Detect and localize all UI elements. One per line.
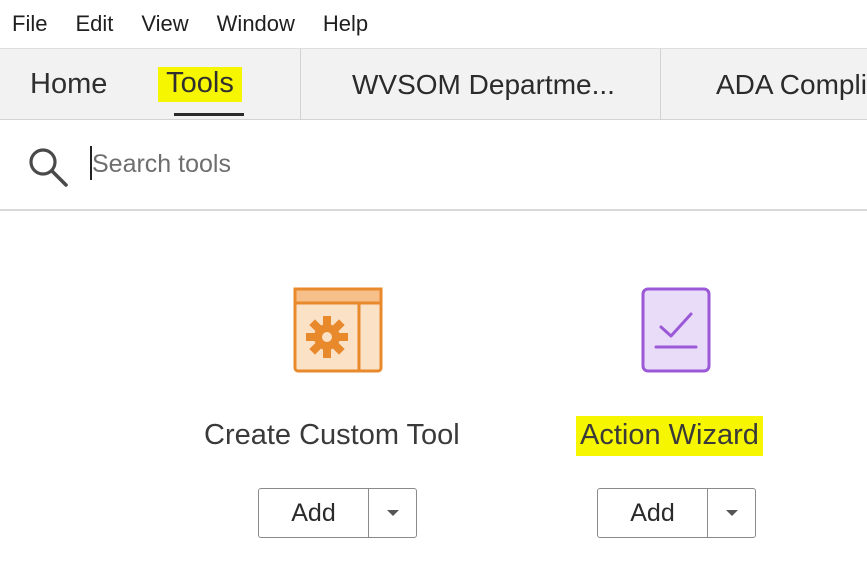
action-wizard-checklist-icon[interactable] <box>641 287 711 373</box>
menu-help[interactable]: Help <box>323 0 368 48</box>
tool-card-create-custom-tool: Create Custom Tool Add <box>190 212 490 567</box>
add-split-button: Add <box>258 488 417 538</box>
tab-document-ada[interactable]: ADA Compli <box>716 49 867 120</box>
custom-tool-gear-icon[interactable] <box>293 287 383 373</box>
menu-view[interactable]: View <box>141 0 188 48</box>
tool-name-highlighted: Action Wizard <box>576 416 763 456</box>
menu-window[interactable]: Window <box>217 0 295 48</box>
tab-tools-label: Tools <box>158 67 242 102</box>
add-dropdown-button[interactable] <box>369 489 416 537</box>
tab-divider <box>300 49 301 120</box>
chevron-down-icon <box>725 510 738 516</box>
tab-bar: Home Tools WVSOM Departme... ADA Compli <box>0 48 867 120</box>
tab-document-wvsom[interactable]: WVSOM Departme... <box>352 49 615 120</box>
tools-grid: Create Custom Tool Add Action Wizard Add <box>0 212 867 567</box>
add-button[interactable]: Add <box>598 489 708 537</box>
search-icon[interactable] <box>26 145 70 189</box>
document-tab-label: ADA Compli <box>716 68 867 100</box>
tab-home[interactable]: Home <box>30 49 107 120</box>
add-dropdown-button[interactable] <box>708 489 755 537</box>
tool-name[interactable]: Action Wizard <box>576 416 763 456</box>
add-split-button: Add <box>597 488 756 538</box>
tab-divider <box>660 49 661 120</box>
add-button[interactable]: Add <box>259 489 369 537</box>
search-tools-input[interactable] <box>92 139 592 189</box>
tool-name[interactable]: Create Custom Tool <box>204 417 460 453</box>
chevron-down-icon <box>386 510 399 516</box>
menu-edit[interactable]: Edit <box>75 0 113 48</box>
search-row <box>0 121 867 211</box>
document-tab-label: WVSOM Departme... <box>352 68 615 100</box>
menu-file[interactable]: File <box>12 0 47 48</box>
active-tab-indicator <box>174 113 244 116</box>
tab-tools[interactable]: Tools <box>142 49 258 120</box>
tab-home-label: Home <box>30 68 108 100</box>
tool-card-action-wizard: Action Wizard Add <box>560 212 800 567</box>
menu-bar: File Edit View Window Help <box>0 0 867 48</box>
